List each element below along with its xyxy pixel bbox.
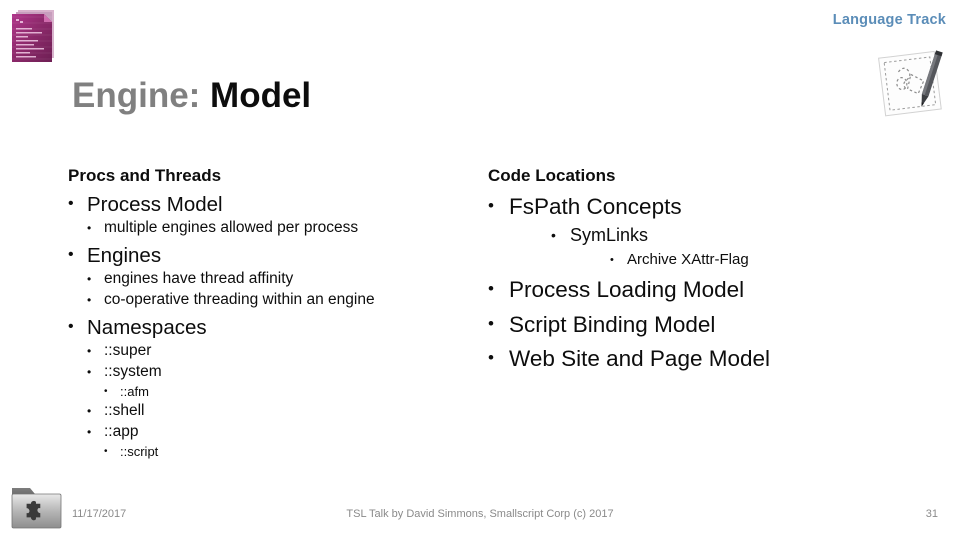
page-title-suffix: Model bbox=[200, 76, 312, 116]
content-column-right: Code Locations • FsPath Concepts • SymLi… bbox=[488, 166, 908, 372]
bullet-icon: • bbox=[87, 272, 92, 287]
list-item: • co-operative threading within an engin… bbox=[87, 291, 468, 310]
bullet-sublist: • ::afm bbox=[104, 384, 468, 400]
bullet-icon: • bbox=[488, 196, 494, 216]
column-heading-left: Procs and Threads bbox=[68, 166, 222, 185]
footer-page-number: 31 bbox=[925, 508, 938, 520]
list-item: • ::shell bbox=[87, 402, 468, 421]
list-item-label: ::super bbox=[104, 342, 152, 360]
folder-puzzle-icon bbox=[10, 482, 64, 532]
list-item-label: Process Model bbox=[87, 193, 223, 217]
list-item-label: ::shell bbox=[104, 401, 145, 419]
bullet-icon: • bbox=[68, 246, 74, 264]
bullet-icon: • bbox=[610, 253, 614, 266]
list-item: • engines have thread affinity bbox=[87, 270, 468, 289]
list-item: • Script Binding Model bbox=[488, 311, 908, 338]
bullet-icon: • bbox=[488, 313, 494, 333]
bullet-icon: • bbox=[87, 424, 92, 439]
footer-attribution: TSL Talk by David Simmons, Smallscript C… bbox=[346, 508, 614, 520]
list-item: • multiple engines allowed per process bbox=[87, 219, 468, 238]
page-title-prefix: Engine: bbox=[72, 76, 201, 116]
notepad-pencil-icon bbox=[876, 48, 954, 120]
bullet-sublist: • ::super • ::system • ::afm •::shell •… bbox=[87, 342, 468, 459]
list-item-label: ::script bbox=[120, 443, 159, 459]
list-item: • Process Model • multiple engines allow… bbox=[68, 192, 468, 238]
list-item-label: SymLinks bbox=[570, 224, 649, 245]
list-item: • ::super bbox=[87, 342, 468, 361]
list-item: • SymLinks • Archive XAttr-Flag bbox=[551, 225, 908, 269]
bullet-sublist: • engines have thread affinity • co-oper… bbox=[87, 270, 468, 310]
list-item: • FsPath Concepts • SymLinks • Archive X… bbox=[488, 193, 908, 269]
list-item-label: multiple engines allowed per process bbox=[104, 219, 359, 237]
list-item-label: ::app bbox=[104, 422, 139, 440]
list-item: • ::afm bbox=[104, 384, 468, 400]
bullet-icon: • bbox=[68, 318, 74, 336]
bullet-list-left: • Process Model • multiple engines allow… bbox=[68, 192, 468, 459]
bullet-icon: • bbox=[87, 293, 92, 308]
bullet-sublist: • SymLinks • Archive XAttr-Flag bbox=[551, 225, 908, 269]
bullet-icon: • bbox=[87, 221, 92, 236]
bullet-sublist: • multiple engines allowed per process bbox=[87, 219, 468, 238]
bullet-sublist: • ::script bbox=[104, 444, 468, 460]
list-item-label: Web Site and Page Model bbox=[509, 345, 771, 371]
language-track-label: Language Track bbox=[832, 12, 946, 28]
list-item-label: Namespaces bbox=[87, 316, 207, 340]
list-item: • Engines • engines have thread affinity… bbox=[68, 243, 468, 310]
list-item: • ::script bbox=[104, 444, 468, 460]
list-item: • Archive XAttr-Flag bbox=[610, 251, 908, 269]
bullet-icon: • bbox=[68, 195, 74, 213]
list-item-label: Process Loading Model bbox=[509, 277, 745, 303]
list-item: • Process Loading Model bbox=[488, 276, 908, 303]
list-item: • ::system • ::afm bbox=[87, 363, 468, 400]
script-document-icon bbox=[8, 8, 58, 68]
list-item-label: FsPath Concepts bbox=[509, 194, 682, 220]
column-heading-right: Code Locations bbox=[488, 166, 616, 185]
bullet-icon: • bbox=[104, 385, 108, 397]
list-item-label: Script Binding Model bbox=[509, 311, 716, 337]
list-item-label: Engines bbox=[87, 244, 162, 268]
bullet-list-right: • FsPath Concepts • SymLinks • Archive X… bbox=[488, 193, 908, 372]
list-item-label: co-operative threading within an engine bbox=[104, 291, 375, 309]
list-item: • ::app • ::script bbox=[87, 423, 468, 460]
bullet-icon: • bbox=[104, 445, 108, 457]
bullet-icon: • bbox=[551, 226, 556, 243]
list-item-label: engines have thread affinity bbox=[104, 270, 294, 288]
bullet-icon: • bbox=[87, 344, 92, 359]
bullet-icon: • bbox=[488, 279, 494, 299]
page-title: Engine: Model bbox=[72, 77, 311, 116]
bullet-icon: • bbox=[488, 347, 494, 367]
bullet-sublist: • Archive XAttr-Flag bbox=[610, 251, 908, 269]
list-item: • Web Site and Page Model bbox=[488, 345, 908, 372]
bullet-icon: • bbox=[87, 403, 92, 418]
bullet-icon: • bbox=[87, 365, 92, 380]
list-item-label: Archive XAttr-Flag bbox=[627, 250, 749, 268]
content-column-left: Procs and Threads • Process Model • mult… bbox=[68, 166, 468, 459]
list-item: • Namespaces • ::super • ::system • ::af… bbox=[68, 315, 468, 459]
slide-canvas: Language Track Engine: Model Procs and T… bbox=[0, 0, 960, 540]
list-item-label: ::afm bbox=[120, 383, 149, 399]
list-item-label: ::system bbox=[104, 363, 162, 381]
